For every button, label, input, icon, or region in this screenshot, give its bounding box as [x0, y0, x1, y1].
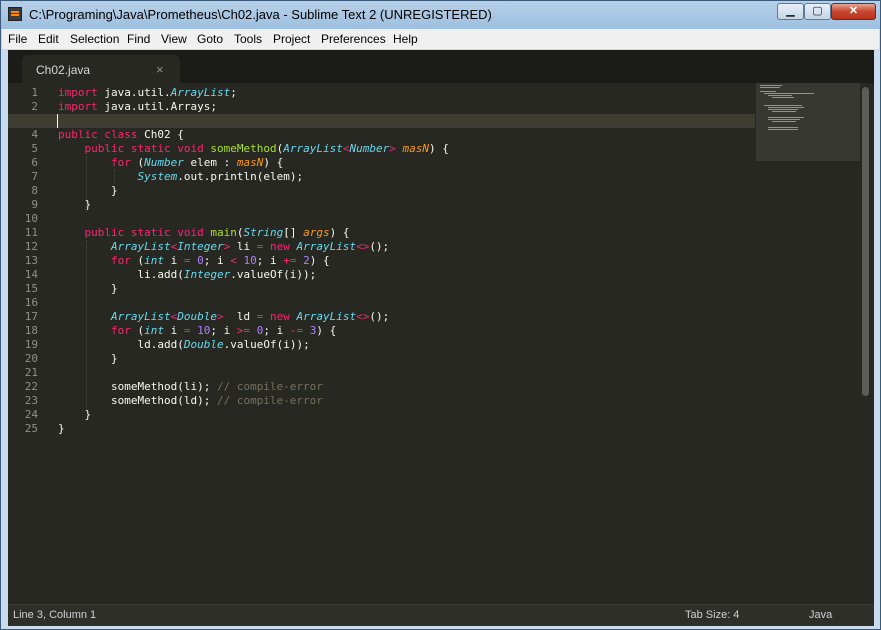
menu-view[interactable]: View: [161, 32, 187, 46]
code-line[interactable]: ArrayList<Double> ld = new ArrayList<>()…: [58, 310, 389, 324]
menu-preferences[interactable]: Preferences: [321, 32, 386, 46]
code-line[interactable]: }: [58, 352, 118, 366]
menu-project[interactable]: Project: [273, 32, 310, 46]
code-line[interactable]: for (int i = 0; i < 10; i += 2) {: [58, 254, 330, 268]
close-button[interactable]: ✕: [831, 3, 876, 20]
minimap[interactable]: [756, 83, 860, 161]
status-bar: Line 3, Column 1 Tab Size: 4 Java: [8, 604, 874, 626]
code-line[interactable]: import java.util.ArrayList;: [58, 86, 237, 100]
menu-goto[interactable]: Goto: [197, 32, 223, 46]
minimap-line: [760, 85, 782, 86]
code-line[interactable]: }: [58, 282, 118, 296]
line-number: 25: [24, 422, 38, 435]
window-title: C:\Programing\Java\Prometheus\Ch02.java …: [29, 7, 492, 22]
tab-label: Ch02.java: [36, 63, 91, 77]
app-window: C:\Programing\Java\Prometheus\Ch02.java …: [0, 0, 881, 630]
syntax-indicator[interactable]: Java: [809, 609, 832, 621]
minimap-line: [768, 129, 798, 130]
code-line[interactable]: }: [58, 184, 118, 198]
code-line[interactable]: for (int i = 10; i >= 0; i -= 3) {: [58, 324, 336, 338]
code-line[interactable]: for (Number elem : masN) {: [58, 156, 283, 170]
line-number: 16: [24, 296, 38, 309]
line-number: 22: [24, 380, 38, 393]
line-number: 11: [24, 226, 38, 239]
code-line[interactable]: import java.util.Arrays;: [58, 100, 217, 114]
menu-bar: File Edit Selection Find View Goto Tools…: [2, 29, 879, 50]
line-number: 14: [24, 268, 38, 281]
maximize-button[interactable]: ▢: [804, 3, 831, 20]
line-number: 17: [24, 310, 38, 323]
line-number: 20: [24, 352, 38, 365]
menu-selection[interactable]: Selection: [70, 32, 119, 46]
code-line[interactable]: li.add(Integer.valueOf(i));: [58, 268, 316, 282]
line-number: 8: [31, 184, 38, 197]
line-number: 18: [24, 324, 38, 337]
minimap-line: [764, 93, 814, 94]
line-number: 13: [24, 254, 38, 267]
code-line[interactable]: public static void someMethod(ArrayList<…: [58, 142, 449, 156]
line-number: 9: [31, 198, 38, 211]
minimap-line: [768, 127, 798, 128]
indent-guide: [86, 156, 87, 212]
minimap-line: [768, 119, 800, 120]
minimap-line: [764, 105, 802, 106]
line-number: 10: [24, 212, 38, 225]
line-number: 2: [31, 100, 38, 113]
code-line-current[interactable]: [8, 114, 755, 128]
code-line[interactable]: public static void main(String[] args) {: [58, 226, 350, 240]
code-line[interactable]: public class Ch02 {: [58, 128, 184, 142]
line-number: 24: [24, 408, 38, 421]
line-number: 5: [31, 142, 38, 155]
code-line[interactable]: }: [58, 422, 65, 436]
line-number: 23: [24, 394, 38, 407]
line-number: 15: [24, 282, 38, 295]
code-line[interactable]: someMethod(ld); // compile-error: [58, 394, 323, 408]
minimap-line: [772, 97, 794, 98]
tab-close-icon[interactable]: ×: [156, 62, 164, 77]
minimap-line: [772, 121, 796, 122]
indent-guide: [86, 240, 87, 408]
tab-bar: Ch02.java ×: [8, 50, 874, 83]
title-bar[interactable]: C:\Programing\Java\Prometheus\Ch02.java …: [1, 1, 880, 29]
line-number: 19: [24, 338, 38, 351]
minimap-line: [760, 87, 780, 88]
editor-client-area: Ch02.java × 1 2 3 4 5 6 7 8 9 10 11 12 1…: [8, 50, 874, 626]
minimap-line: [768, 107, 804, 108]
tab-size-indicator[interactable]: Tab Size: 4: [685, 609, 739, 621]
cursor-position: Line 3, Column 1: [13, 609, 97, 621]
line-number: 6: [31, 156, 38, 169]
code-line[interactable]: ArrayList<Integer> li = new ArrayList<>(…: [58, 240, 389, 254]
menu-file[interactable]: File: [8, 32, 27, 46]
scrollbar-thumb[interactable]: [862, 87, 869, 396]
line-number: 12: [24, 240, 38, 253]
menu-help[interactable]: Help: [393, 32, 418, 46]
line-number-gutter: 1 2 3 4 5 6 7 8 9 10 11 12 13 14 15 16 1…: [8, 83, 48, 604]
minimize-button[interactable]: ▁: [777, 3, 804, 20]
text-caret: [57, 114, 58, 128]
vertical-scrollbar[interactable]: [861, 83, 871, 604]
indent-guide: [114, 170, 115, 184]
code-line[interactable]: System.out.println(elem);: [58, 170, 303, 184]
tab-ch02-java[interactable]: Ch02.java ×: [22, 55, 180, 83]
menu-tools[interactable]: Tools: [234, 32, 262, 46]
minimap-line: [768, 109, 798, 110]
menu-edit[interactable]: Edit: [38, 32, 59, 46]
code-line[interactable]: }: [58, 408, 91, 422]
code-line[interactable]: ld.add(Double.valueOf(i));: [58, 338, 309, 352]
minimap-line: [768, 95, 792, 96]
line-number: 21: [24, 366, 38, 379]
menu-find[interactable]: Find: [127, 32, 150, 46]
code-line[interactable]: someMethod(li); // compile-error: [58, 380, 323, 394]
line-number: 4: [31, 128, 38, 141]
line-number: 7: [31, 170, 38, 183]
code-editor[interactable]: 1 2 3 4 5 6 7 8 9 10 11 12 13 14 15 16 1…: [8, 83, 874, 604]
line-number: 1: [31, 86, 38, 99]
sublime-app-icon[interactable]: [8, 7, 22, 21]
minimap-line: [768, 117, 804, 118]
minimap-line: [760, 91, 776, 92]
minimap-line: [772, 111, 796, 112]
